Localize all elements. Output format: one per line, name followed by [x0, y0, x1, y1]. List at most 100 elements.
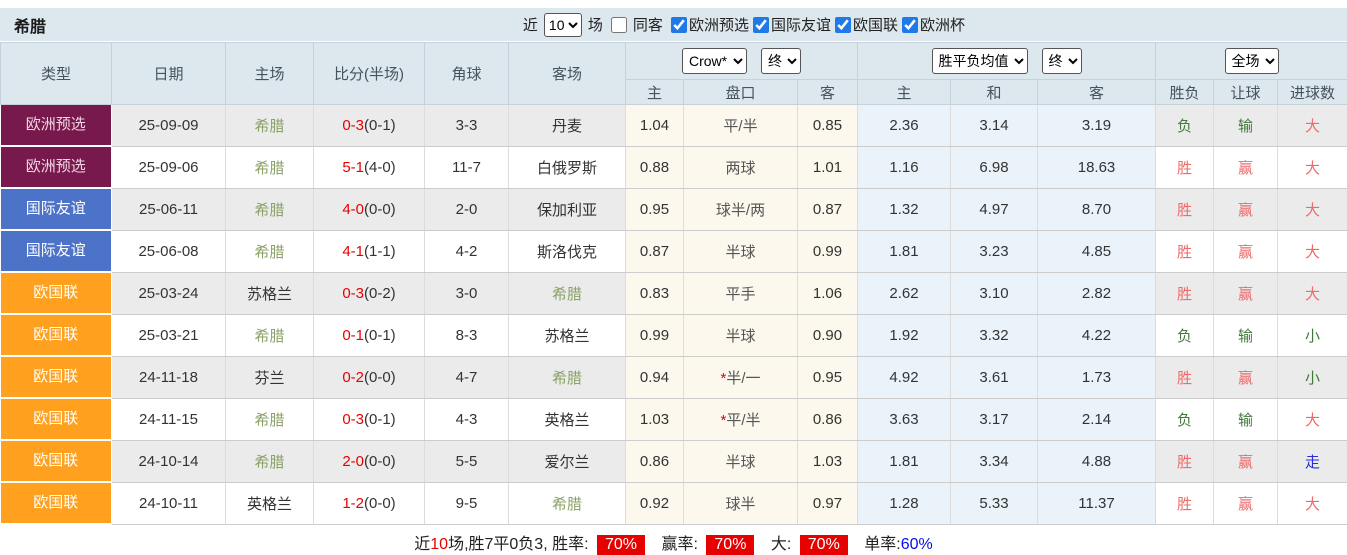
- match-date: 25-03-21: [112, 314, 226, 356]
- corner-score: 5-5: [425, 440, 509, 482]
- match-row: 欧国联 25-03-21 希腊 0-1(0-1) 8-3 苏格兰 0.99 半球…: [1, 314, 1347, 356]
- competition-checkbox[interactable]: [753, 17, 769, 33]
- score-halftime: (0-0): [364, 201, 396, 218]
- competition-filter[interactable]: 欧洲预选: [667, 14, 749, 35]
- avg-odds-home: 2.62: [858, 272, 951, 314]
- competition-checkbox[interactable]: [835, 17, 851, 33]
- score-halftime: (0-1): [364, 327, 396, 344]
- col-header-date: 日期: [112, 43, 226, 105]
- score-cell: 0-2(0-0): [314, 356, 425, 398]
- col-header-avg-draw: 和: [951, 80, 1038, 105]
- competition-filter[interactable]: 欧国联: [831, 14, 898, 35]
- home-team: 希腊: [226, 188, 314, 230]
- result-goals: 小: [1278, 356, 1347, 398]
- competition-filter[interactable]: 国际友谊: [749, 14, 831, 35]
- result-goals: 走: [1278, 440, 1347, 482]
- recent-label: 近: [523, 14, 538, 35]
- result-wdl: 胜: [1156, 356, 1214, 398]
- score-cell: 0-3(0-1): [314, 398, 425, 440]
- avg-odds-draw: 3.34: [951, 440, 1038, 482]
- avg-odds-home: 1.81: [858, 230, 951, 272]
- competition-badge: 国际友谊: [1, 231, 112, 271]
- result-cover: 赢: [1214, 482, 1278, 524]
- result-wdl: 胜: [1156, 188, 1214, 230]
- score-fulltime: 1-2: [342, 495, 364, 512]
- bookmaker-select[interactable]: Crow*: [682, 48, 747, 74]
- score-fulltime: 0-3: [342, 411, 364, 428]
- handicap-odds-home: 0.87: [626, 230, 684, 272]
- score-cell: 2-0(0-0): [314, 440, 425, 482]
- score-cell: 5-1(4-0): [314, 146, 425, 188]
- corner-score: 4-2: [425, 230, 509, 272]
- scope-select[interactable]: 全场: [1225, 48, 1279, 74]
- result-cover: 赢: [1214, 188, 1278, 230]
- avg-odds-draw: 3.14: [951, 105, 1038, 147]
- competition-filter-label: 欧国联: [853, 14, 898, 35]
- avg-source-select[interactable]: 胜平负均值: [932, 48, 1028, 74]
- away-team: 苏格兰: [509, 314, 626, 356]
- handicap-odds-home: 0.95: [626, 188, 684, 230]
- same-venue-checkbox[interactable]: [611, 17, 627, 33]
- col-header-type: 类型: [1, 43, 112, 105]
- col-header-result-wdl: 胜负: [1156, 80, 1214, 105]
- home-team: 苏格兰: [226, 272, 314, 314]
- match-row: 欧洲预选 25-09-09 希腊 0-3(0-1) 3-3 丹麦 1.04 平/…: [1, 105, 1347, 147]
- result-wdl: 胜: [1156, 440, 1214, 482]
- away-team: 希腊: [509, 272, 626, 314]
- summary-bar: 近10场,胜7平0负3, 胜率: 70% 赢率: 70% 大: 70% 单率:6…: [0, 525, 1347, 555]
- score-halftime: (0-2): [364, 285, 396, 302]
- score-cell: 4-0(0-0): [314, 188, 425, 230]
- avg-odds-draw: 6.98: [951, 146, 1038, 188]
- competition-filter-label: 国际友谊: [771, 14, 831, 35]
- avg-odds-away: 2.82: [1038, 272, 1156, 314]
- col-header-avg-home: 主: [858, 80, 951, 105]
- match-date: 24-11-18: [112, 356, 226, 398]
- avg-odds-away: 3.19: [1038, 105, 1156, 147]
- odds-time-select[interactable]: 终: [761, 48, 801, 74]
- handicap-odds-away: 1.01: [798, 146, 858, 188]
- match-date: 25-09-06: [112, 146, 226, 188]
- result-cover: 输: [1214, 105, 1278, 147]
- score-cell: 4-1(1-1): [314, 230, 425, 272]
- score-cell: 0-3(0-1): [314, 105, 425, 147]
- handicap-odds-away: 0.90: [798, 314, 858, 356]
- handicap-odds-away: 0.85: [798, 105, 858, 147]
- col-header-corner: 角球: [425, 43, 509, 105]
- competition-badge: 欧洲预选: [1, 105, 112, 145]
- score-fulltime: 0-3: [342, 285, 364, 302]
- col-header-handicap: 盘口: [684, 80, 798, 105]
- avg-odds-home: 1.81: [858, 440, 951, 482]
- same-venue-toggle[interactable]: 同客: [607, 14, 667, 35]
- competition-cell: 欧国联: [1, 356, 112, 398]
- competition-cell: 欧洲预选: [1, 105, 112, 147]
- handicap-odds-away: 1.03: [798, 440, 858, 482]
- col-header-result-goals: 进球数: [1278, 80, 1347, 105]
- col-header-home: 主场: [226, 43, 314, 105]
- score-fulltime: 4-1: [342, 243, 364, 260]
- handicap-odds-away: 1.06: [798, 272, 858, 314]
- competition-checkbox[interactable]: [902, 17, 918, 33]
- handicap-line: 半球: [684, 230, 798, 272]
- avg-time-select[interactable]: 终: [1042, 48, 1082, 74]
- recent-count-select[interactable]: 10: [544, 13, 582, 37]
- match-row: 欧国联 24-11-15 希腊 0-3(0-1) 4-3 英格兰 1.03 *平…: [1, 398, 1347, 440]
- handicap-line: 球半/两: [684, 188, 798, 230]
- match-row: 国际友谊 25-06-11 希腊 4-0(0-0) 2-0 保加利亚 0.95 …: [1, 188, 1347, 230]
- match-row: 欧国联 24-10-11 英格兰 1-2(0-0) 9-5 希腊 0.92 球半…: [1, 482, 1347, 524]
- corner-score: 2-0: [425, 188, 509, 230]
- competition-filter[interactable]: 欧洲杯: [898, 14, 965, 35]
- competition-checkbox[interactable]: [671, 17, 687, 33]
- avg-odds-home: 1.28: [858, 482, 951, 524]
- score-cell: 1-2(0-0): [314, 482, 425, 524]
- avg-odds-home: 1.32: [858, 188, 951, 230]
- avg-odds-home: 1.16: [858, 146, 951, 188]
- competition-badge: 欧洲预选: [1, 147, 112, 187]
- handicap-odds-home: 0.94: [626, 356, 684, 398]
- matches-label: 场: [588, 14, 603, 35]
- handicap-odds-home: 1.04: [626, 105, 684, 147]
- result-cover: 赢: [1214, 230, 1278, 272]
- col-header-odds-home: 主: [626, 80, 684, 105]
- competition-cell: 国际友谊: [1, 230, 112, 272]
- handicap-odds-home: 1.03: [626, 398, 684, 440]
- handicap-odds-home: 0.86: [626, 440, 684, 482]
